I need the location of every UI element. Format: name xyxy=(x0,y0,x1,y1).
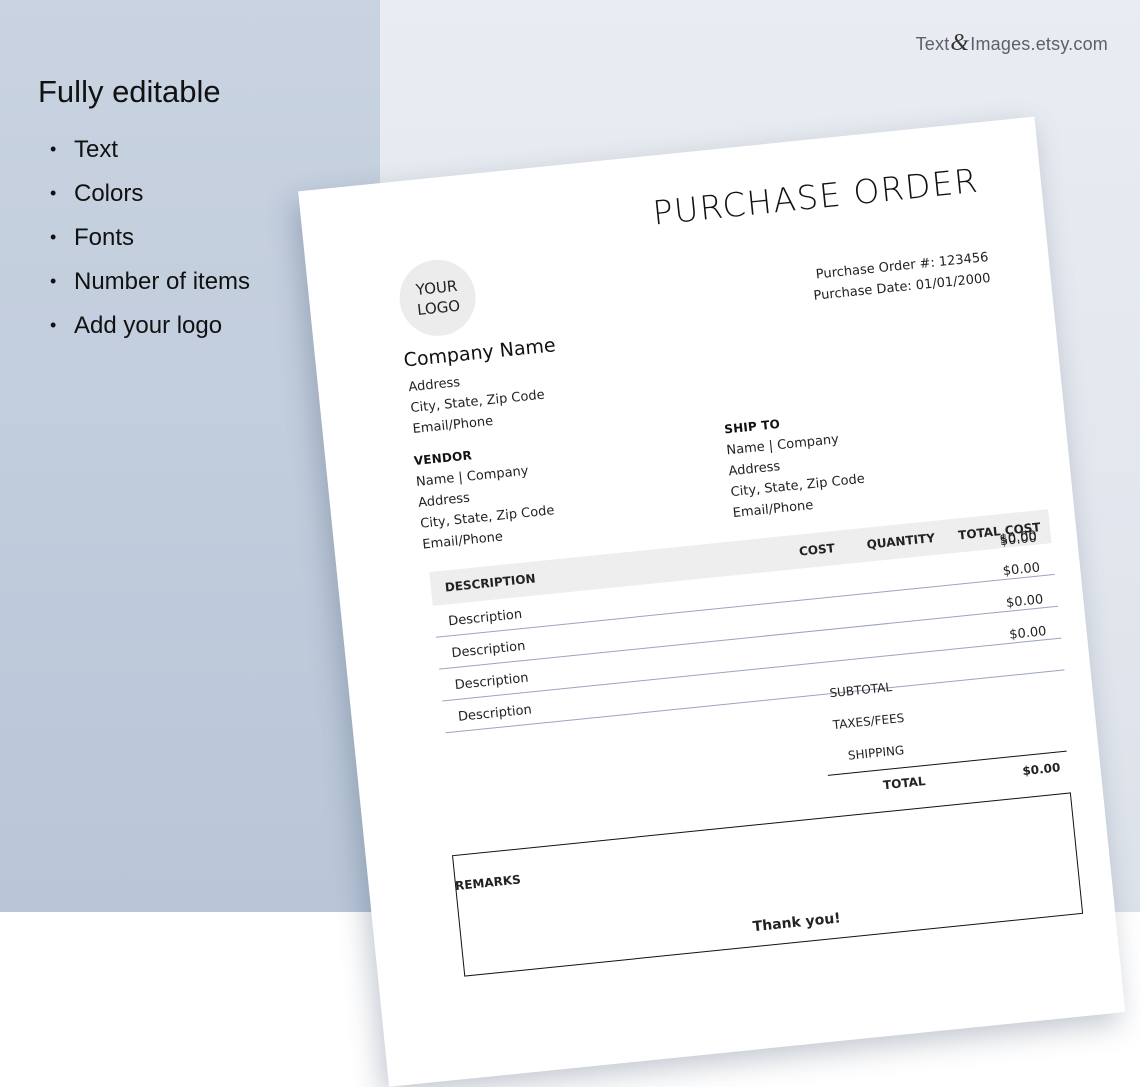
purchase-order-sheet: PURCHASE ORDER YOUR LOGO Company Name Add… xyxy=(298,116,1126,1087)
taxes-label: TAXES/FEES xyxy=(832,710,905,733)
company-details: Address City, State, Zip Code Email/Phon… xyxy=(407,364,547,440)
total-label: TOTAL xyxy=(882,774,927,793)
shipping-label: SHIPPING xyxy=(847,743,905,763)
logo-line-1: YOUR xyxy=(415,276,459,299)
ship-to-block: SHIP TO Name | Company Address City, Sta… xyxy=(723,406,868,524)
vendor-block: VENDOR Name | Company Address City, Stat… xyxy=(413,438,558,556)
document-preview-area: PURCHASE ORDER YOUR LOGO Company Name Add… xyxy=(0,0,1140,1087)
subtotal-label: SUBTOTAL xyxy=(828,679,893,701)
remarks-box xyxy=(451,792,1084,977)
po-meta: Purchase Order #: 123456 Purchase Date: … xyxy=(810,247,991,307)
header-description: DESCRIPTION xyxy=(444,571,537,595)
logo-placeholder: YOUR LOGO xyxy=(395,256,480,340)
totals-block: SUBTOTAL TAXES/FEES SHIPPING TOTAL $0.00 xyxy=(818,655,1070,808)
row-total: $0.00 xyxy=(1002,560,1041,580)
row-description: Description xyxy=(450,638,527,662)
row-description: Description xyxy=(457,702,533,725)
header-quantity: QUANTITY xyxy=(866,530,936,552)
logo-line-2: LOGO xyxy=(416,296,461,319)
row-description: Description xyxy=(454,670,530,694)
row-description: Description xyxy=(447,606,523,630)
row-total: $0.00 xyxy=(1005,592,1044,611)
header-cost: COST xyxy=(798,541,836,559)
row-total: $0.00 xyxy=(1008,624,1048,643)
document-title: PURCHASE ORDER xyxy=(651,160,981,233)
total-value: $0.00 xyxy=(1021,760,1061,779)
